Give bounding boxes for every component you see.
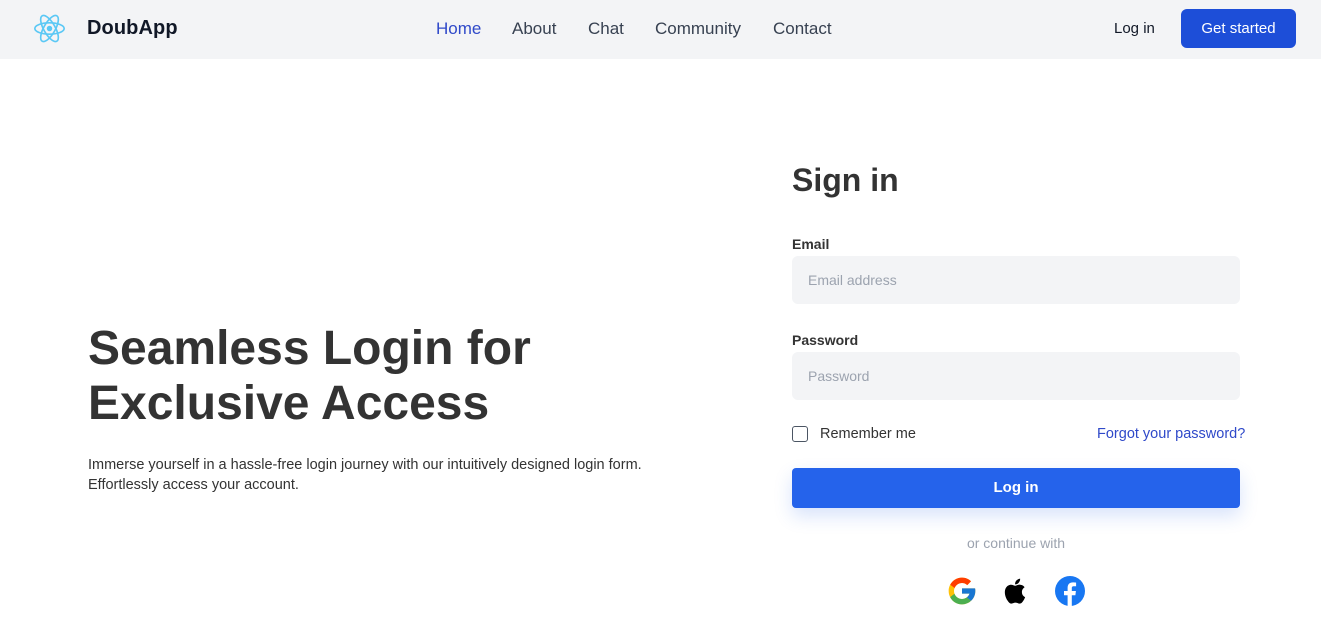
google-icon[interactable] [946, 575, 978, 607]
hero-description: Immerse yourself in a hassle-free login … [88, 455, 648, 495]
signin-title: Sign in [792, 162, 899, 198]
remember-me-label[interactable]: Remember me [820, 426, 916, 442]
hero-title: Seamless Login for Exclusive Access [88, 321, 688, 431]
brand-name[interactable]: DoubApp [87, 17, 178, 40]
react-atom-icon[interactable] [33, 13, 66, 44]
hero-description-line-2: Effortlessly access your account. [88, 477, 299, 493]
continue-with-text: or continue with [966, 535, 1066, 551]
nav-community[interactable]: Community [655, 19, 741, 39]
apple-icon[interactable] [1000, 575, 1032, 607]
nav-home[interactable]: Home [436, 19, 481, 39]
password-label: Password [792, 332, 859, 348]
hero-description-line-1: Immerse yourself in a hassle-free login … [88, 457, 642, 473]
facebook-icon[interactable] [1054, 575, 1086, 607]
remember-me-checkbox[interactable] [792, 426, 808, 442]
nav-contact[interactable]: Contact [773, 19, 832, 39]
email-field[interactable] [792, 256, 1240, 304]
hero-title-line-1: Seamless Login for [88, 322, 531, 375]
login-submit-button[interactable]: Log in [792, 468, 1240, 508]
hero-title-line-2: Exclusive Access [88, 377, 490, 430]
header-login-link[interactable]: Log in [1114, 20, 1155, 37]
nav-chat[interactable]: Chat [588, 19, 624, 39]
email-label: Email [792, 236, 830, 252]
top-navbar: DoubApp Home About Chat Community Contac… [0, 0, 1321, 59]
nav-about[interactable]: About [512, 19, 556, 39]
password-field[interactable] [792, 352, 1240, 400]
forgot-password-link[interactable]: Forgot your password? [1097, 426, 1245, 442]
get-started-button[interactable]: Get started [1181, 9, 1296, 48]
